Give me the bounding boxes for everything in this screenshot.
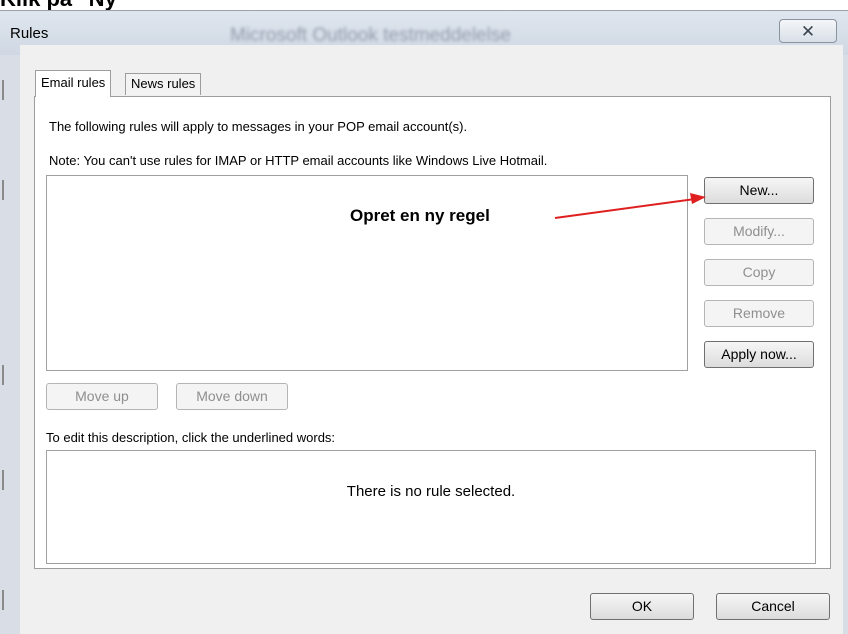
tab-email-rules[interactable]: Email rules — [35, 70, 112, 97]
window-edge-marks — [2, 80, 4, 610]
annotation-arrow — [554, 193, 706, 219]
